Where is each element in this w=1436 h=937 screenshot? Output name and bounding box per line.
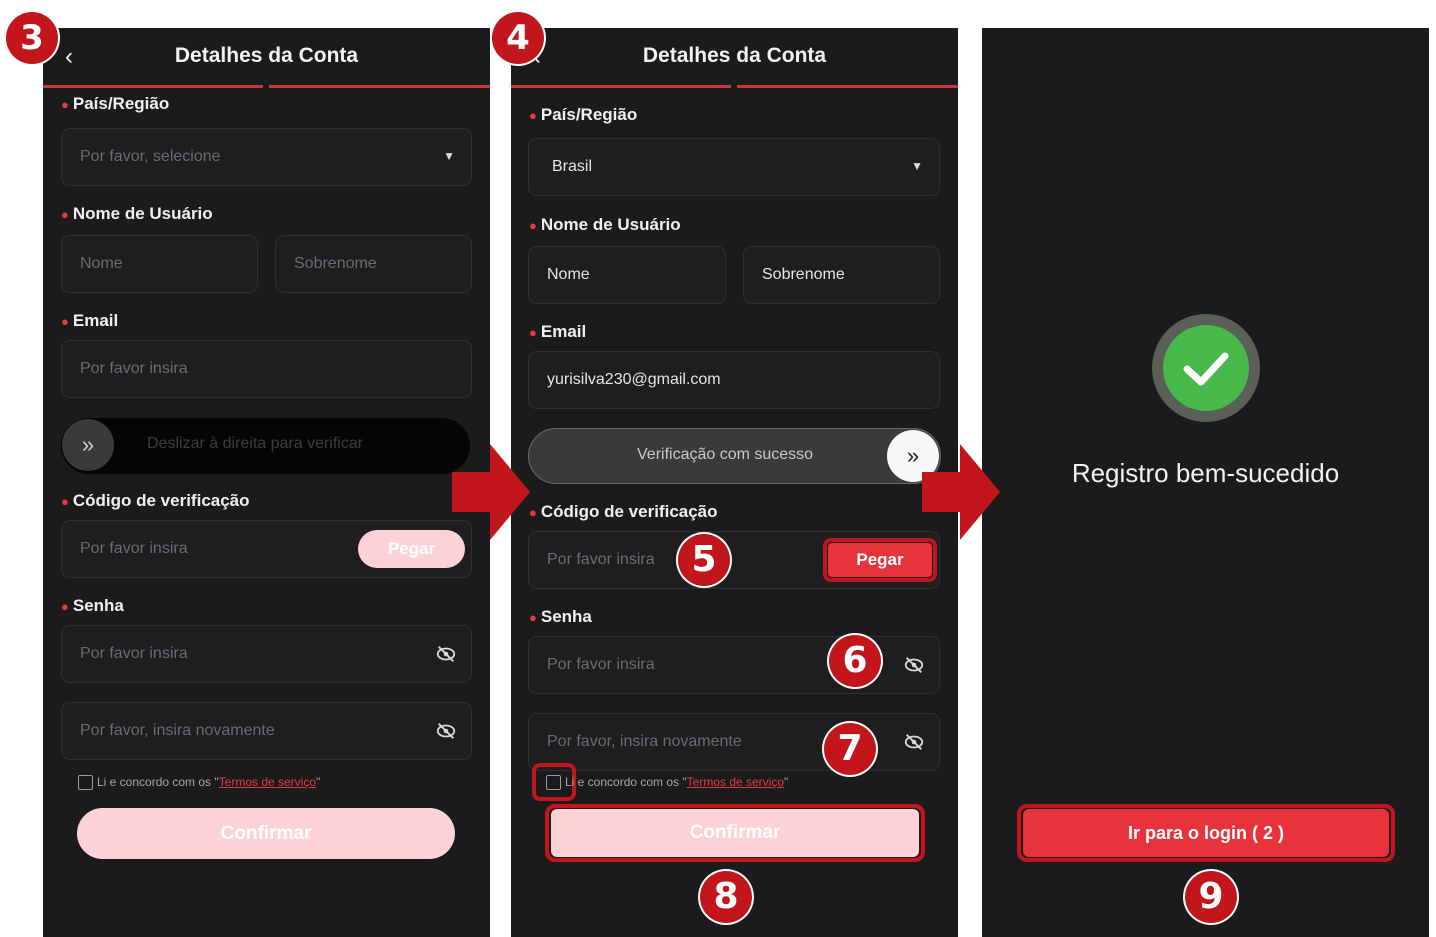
dropdown-caret-icon: ▼ <box>443 149 455 163</box>
header-divider <box>269 85 490 88</box>
header: ‹ Detalhes da Conta <box>511 28 958 88</box>
username-label-text: Nome de Usuário <box>72 204 213 223</box>
slide-verify[interactable]: » Deslizar à direita para verificar <box>61 418 470 474</box>
country-placeholder: Por favor, selecione <box>80 148 221 165</box>
first-name-value: Nome <box>547 266 590 283</box>
step-marker-4: 4 <box>492 12 544 64</box>
email-placeholder: Por favor insira <box>80 360 188 377</box>
country-value: Brasil <box>552 158 593 175</box>
password-placeholder: Por favor insira <box>547 656 655 673</box>
get-code-button[interactable]: Pegar <box>358 530 465 568</box>
slider-text: Deslizar à direita para verificar <box>147 435 364 452</box>
step-marker-3: 3 <box>6 12 58 64</box>
registration-screen-filled: ‹ Detalhes da Conta ● País/Região Brasil … <box>511 28 958 937</box>
step-marker-7: 7 <box>824 723 876 775</box>
terms-text: Li e concordo com os "Termos de serviço" <box>97 775 320 789</box>
slide-verify[interactable]: Verificação com sucesso » <box>528 428 941 484</box>
terms-checkbox[interactable] <box>78 775 93 790</box>
dropdown-caret-icon: ▼ <box>911 159 923 173</box>
arrow-right-icon <box>922 444 1000 540</box>
go-to-login-button[interactable]: Ir para o login ( 2 ) <box>1023 809 1389 857</box>
password-confirm-placeholder: Por favor, insira novamente <box>80 722 275 739</box>
eye-off-icon[interactable] <box>903 731 925 753</box>
password-input[interactable]: Por favor insira <box>61 625 472 683</box>
header-divider <box>737 85 958 88</box>
password-label: ● Senha <box>529 607 592 626</box>
password-label-text: Senha <box>72 596 124 615</box>
email-label: ● Email <box>529 322 587 341</box>
password-confirm-input[interactable]: Por favor, insira novamente <box>528 713 940 771</box>
terms-link[interactable]: Termos de serviço <box>687 775 784 789</box>
country-label: ● País/Região <box>529 105 638 124</box>
get-code-button[interactable]: Pegar <box>828 543 932 577</box>
page-title: Detalhes da Conta <box>642 44 827 67</box>
registration-success-screen: Registro bem-sucedido Ir para o login ( … <box>982 28 1429 937</box>
code-placeholder: Por favor insira <box>547 551 655 568</box>
country-select[interactable]: Por favor, selecione ▼ <box>61 128 472 186</box>
step-marker-9: 9 <box>1185 871 1237 923</box>
eye-off-icon[interactable] <box>435 643 457 665</box>
confirm-button[interactable]: Confirmar <box>77 808 455 859</box>
double-chevron-right-icon[interactable]: » <box>62 419 114 471</box>
last-name-value: Sobrenome <box>762 266 845 283</box>
checkmark-icon <box>1183 352 1229 386</box>
country-label: ● País/Região <box>61 94 170 113</box>
username-label-text: Nome de Usuário <box>540 215 681 234</box>
first-name-placeholder: Nome <box>80 255 123 272</box>
terms-link[interactable]: Termos de serviço <box>219 775 316 789</box>
arrow-right-icon <box>452 444 530 540</box>
email-label-text: Email <box>540 322 587 341</box>
password-label-text: Senha <box>540 607 592 626</box>
username-label: ● Nome de Usuário <box>529 215 681 234</box>
header: ‹ Detalhes da Conta <box>43 28 490 88</box>
page-title: Detalhes da Conta <box>174 44 359 67</box>
email-value: yurisilva230@gmail.com <box>547 371 721 388</box>
password-label: ● Senha <box>61 596 124 615</box>
last-name-input[interactable]: Sobrenome <box>743 246 940 304</box>
code-label: ● Código de verificação <box>529 502 718 521</box>
confirm-button[interactable]: Confirmar <box>551 809 919 857</box>
email-label: ● Email <box>61 311 119 330</box>
email-input[interactable]: Por favor insira <box>61 340 472 398</box>
country-label-text: País/Região <box>540 105 638 124</box>
first-name-input[interactable]: Nome <box>61 235 258 293</box>
step-marker-8: 8 <box>700 871 752 923</box>
registration-screen-empty: ‹ Detalhes da Conta ● País/Região Por fav… <box>43 28 490 937</box>
success-icon-fill <box>1163 325 1249 411</box>
first-name-input[interactable]: Nome <box>528 246 726 304</box>
terms-suffix: " <box>784 775 789 789</box>
header-divider <box>43 85 263 88</box>
password-placeholder: Por favor insira <box>80 645 188 662</box>
step-marker-5: 5 <box>678 534 730 586</box>
last-name-placeholder: Sobrenome <box>294 255 377 272</box>
code-label: ● Código de verificação <box>61 491 250 510</box>
country-select[interactable]: Brasil ▼ <box>528 138 940 196</box>
password-confirm-input[interactable]: Por favor, insira novamente <box>61 702 472 760</box>
email-input[interactable]: yurisilva230@gmail.com <box>528 351 940 409</box>
terms-text: Li e concordo com os "Termos de serviço" <box>565 775 788 789</box>
terms-prefix: Li e concordo com os " <box>565 775 687 789</box>
country-label-text: País/Região <box>72 94 170 113</box>
last-name-input[interactable]: Sobrenome <box>275 235 472 293</box>
code-placeholder: Por favor insira <box>80 540 188 557</box>
terms-prefix: Li e concordo com os " <box>97 775 219 789</box>
terms-suffix: " <box>316 775 321 789</box>
eye-off-icon[interactable] <box>435 720 457 742</box>
terms-checkbox[interactable] <box>546 775 561 790</box>
password-confirm-placeholder: Por favor, insira novamente <box>547 733 742 750</box>
code-label-text: Código de verificação <box>540 502 718 521</box>
success-icon <box>1152 314 1260 422</box>
step-marker-6: 6 <box>829 635 881 687</box>
success-message: Registro bem-sucedido <box>1071 458 1340 488</box>
code-label-text: Código de verificação <box>72 491 250 510</box>
email-label-text: Email <box>72 311 119 330</box>
header-divider <box>511 85 731 88</box>
eye-off-icon[interactable] <box>903 654 925 676</box>
slider-text: Verificação com sucesso <box>637 446 814 463</box>
username-label: ● Nome de Usuário <box>61 204 213 223</box>
